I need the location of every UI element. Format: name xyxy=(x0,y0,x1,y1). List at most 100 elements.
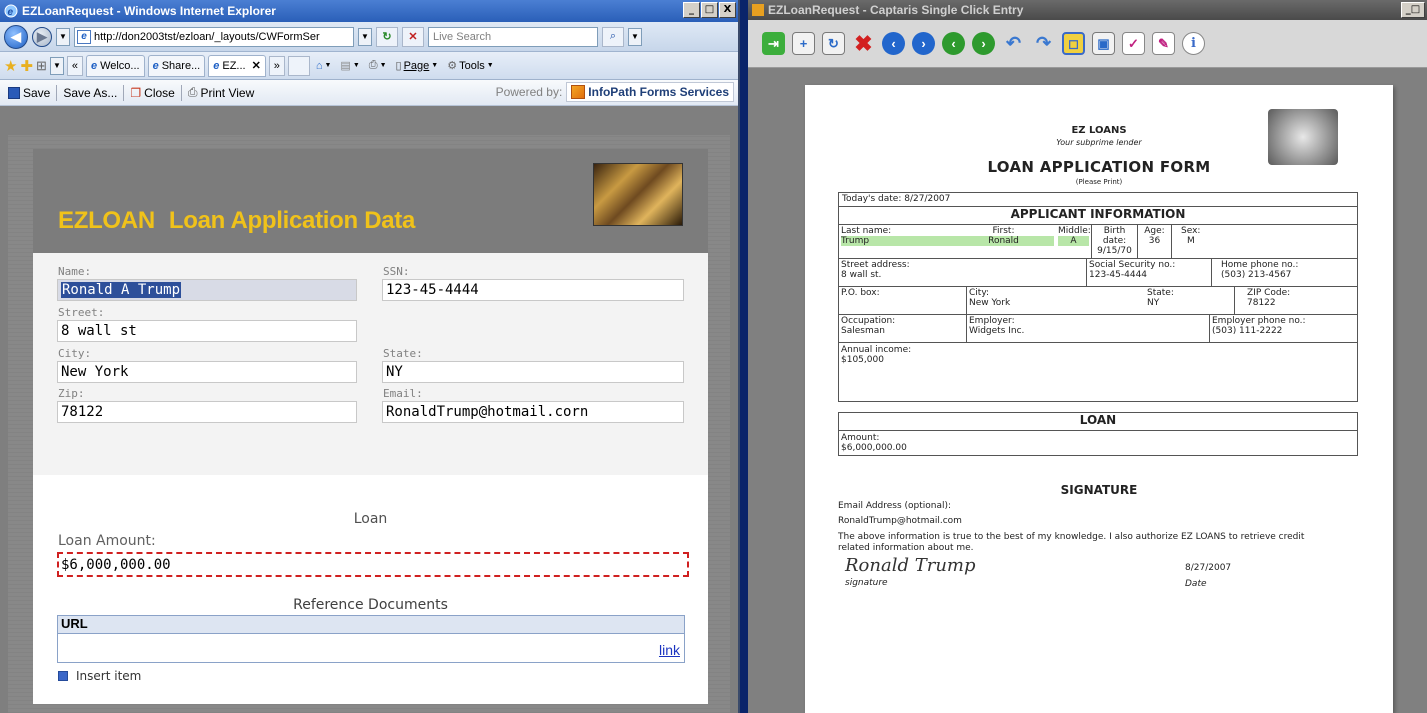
ssn-field[interactable]: 123-45-4444 xyxy=(382,279,684,301)
maximize-button[interactable]: □ xyxy=(701,2,718,18)
loan-amount-field[interactable]: $6,000,000.00 xyxy=(57,552,689,577)
tab-share[interactable]: e Share... xyxy=(147,54,206,77)
delete-icon[interactable]: ✖ xyxy=(852,31,875,56)
tab-welcome[interactable]: e Welco... xyxy=(85,54,145,77)
refresh-button[interactable]: ↻ xyxy=(376,26,398,47)
tools-menu[interactable]: ⚙ Tools ▼ xyxy=(444,59,497,73)
employment-row: Occupation: Salesman Employer: Widgets Inc… xyxy=(839,315,1357,343)
edit-icon[interactable]: ✎ xyxy=(1152,32,1175,55)
close-tab-icon[interactable]: ✕ xyxy=(252,59,261,72)
feeds-button[interactable]: ▤ ▼ xyxy=(337,59,362,72)
chevron-down-icon: ▼ xyxy=(431,62,439,69)
double-left-icon: « xyxy=(71,59,78,72)
home-button[interactable]: ⌂ ▼ xyxy=(313,60,335,72)
search-options-dropdown[interactable]: ▼ xyxy=(628,27,642,46)
close-form-button[interactable]: ❐ Close xyxy=(126,86,178,100)
zone-icon[interactable]: ◻ xyxy=(1062,32,1085,55)
home-phone-label: Home phone no.: xyxy=(1221,260,1299,270)
last-icon[interactable]: › xyxy=(972,32,995,55)
history-dropdown[interactable]: ▼ xyxy=(56,27,70,46)
info-icon[interactable]: i xyxy=(1182,32,1205,55)
favorites-star-icon[interactable]: ★ xyxy=(4,57,17,75)
street-value: 8 wall st. xyxy=(841,270,882,280)
save-as-button[interactable]: Save As... xyxy=(59,86,121,100)
email-field[interactable]: RonaldTrump@hotmail.corn xyxy=(382,401,684,423)
street-label: Street address: xyxy=(841,260,910,270)
printer-icon: ⎙ xyxy=(368,59,378,71)
back-button[interactable]: ◀ xyxy=(4,24,28,49)
state-field[interactable]: NY xyxy=(382,361,684,383)
paper-note: (Please Print) xyxy=(1075,178,1123,186)
powered-by: Powered by: InfoPath Forms Services xyxy=(496,82,734,102)
exit-icon[interactable]: ⇥ xyxy=(762,32,785,55)
tab-list-dropdown[interactable]: ▼ xyxy=(49,56,64,75)
refresh-document-icon[interactable]: ↻ xyxy=(822,32,845,55)
undo-icon[interactable]: ↶ xyxy=(1002,32,1025,55)
tab-label: Welco... xyxy=(100,59,140,72)
first-name-label: First: xyxy=(992,226,1015,236)
redo-icon[interactable]: ↷ xyxy=(1032,32,1055,55)
save-icon xyxy=(8,86,20,99)
toolbar-divider xyxy=(123,84,125,101)
zip-field[interactable]: 78122 xyxy=(57,401,357,423)
close-label: Close xyxy=(144,85,175,100)
age-value: 36 xyxy=(1148,236,1161,246)
city-row: P.O. box: City: New York State: NY ZIP Cod… xyxy=(839,287,1357,315)
ie-page-icon: e xyxy=(213,59,220,72)
sex-label: Sex: xyxy=(1181,226,1201,236)
loan-section-title: Loan xyxy=(353,511,388,527)
middle-value: A xyxy=(1058,236,1089,246)
birth-date-label: Birth date: xyxy=(1102,226,1127,246)
name-field[interactable]: Ronald A Trump xyxy=(57,279,357,301)
tabs-scroll-right[interactable]: » xyxy=(268,55,285,76)
reference-link[interactable]: link xyxy=(659,642,680,658)
sex-value: M xyxy=(1187,236,1195,246)
ssn-label: Social Security no.: xyxy=(1089,260,1176,270)
next-icon[interactable]: › xyxy=(912,32,935,55)
search-input[interactable]: Live Search xyxy=(428,26,598,47)
add-favorite-icon[interactable]: ✚ xyxy=(20,57,33,75)
checklist-icon[interactable]: ✓ xyxy=(1122,32,1145,55)
url-dropdown[interactable]: ▼ xyxy=(358,27,372,46)
ssn-value: 123-45-4444 xyxy=(386,282,479,298)
tabs-scroll-left[interactable]: « xyxy=(66,55,83,76)
income-label: Annual income: xyxy=(841,345,912,355)
paper-form-title: LOAN APPLICATION FORM xyxy=(987,158,1211,176)
url-input[interactable]: e http://don2003tst/ezloan/_layouts/CWFo… xyxy=(74,26,354,47)
city-field[interactable]: New York xyxy=(57,361,357,383)
loan-amount-label: Loan Amount: xyxy=(58,533,156,549)
first-icon[interactable]: ‹ xyxy=(942,32,965,55)
print-view-button[interactable]: ⎙ Print View xyxy=(184,85,258,100)
insert-icon xyxy=(58,671,68,681)
signature-label: signature xyxy=(845,578,888,588)
chevron-down-icon: ▼ xyxy=(631,32,639,41)
chevron-down-icon: ▼ xyxy=(59,32,67,41)
chevron-down-icon: ▼ xyxy=(352,62,360,69)
reference-documents-title: Reference Documents xyxy=(293,597,448,613)
back-arrow-icon: ◀ xyxy=(11,28,21,44)
new-tab-button[interactable] xyxy=(287,55,310,76)
street-field[interactable]: 8 wall st xyxy=(57,320,357,342)
reference-table: URL link xyxy=(57,615,685,663)
city-label: City: xyxy=(58,347,92,360)
close-window-button[interactable]: X xyxy=(719,2,736,18)
tab-ezloan[interactable]: e EZ... ✕ xyxy=(208,54,266,77)
previous-icon[interactable]: ‹ xyxy=(882,32,905,55)
save-button[interactable]: Save xyxy=(4,86,54,100)
stop-button[interactable]: ✕ xyxy=(402,26,424,47)
infopath-label: InfoPath Forms Services xyxy=(588,85,729,99)
forward-button[interactable]: ▶ xyxy=(32,26,52,47)
signature-header: SIGNATURE xyxy=(1060,483,1138,497)
print-view-label: Print View xyxy=(200,85,255,100)
search-button[interactable]: ⌕ xyxy=(602,26,624,47)
tab-label: Share... xyxy=(161,59,201,72)
window-controls[interactable]: _□ xyxy=(1401,2,1425,18)
preview-icon[interactable]: ▣ xyxy=(1092,32,1115,55)
page-menu[interactable]: ▯ Page ▼ xyxy=(393,59,442,73)
quick-tabs-icon[interactable]: ⊞ xyxy=(36,58,47,74)
print-button[interactable]: ⎙ ▼ xyxy=(366,59,390,72)
insert-item-button[interactable]: Insert item xyxy=(58,669,141,683)
new-document-icon[interactable]: + xyxy=(792,32,815,55)
minimize-button[interactable]: _ xyxy=(683,2,700,18)
income-cell: Annual income: $105,000 xyxy=(839,344,1039,366)
